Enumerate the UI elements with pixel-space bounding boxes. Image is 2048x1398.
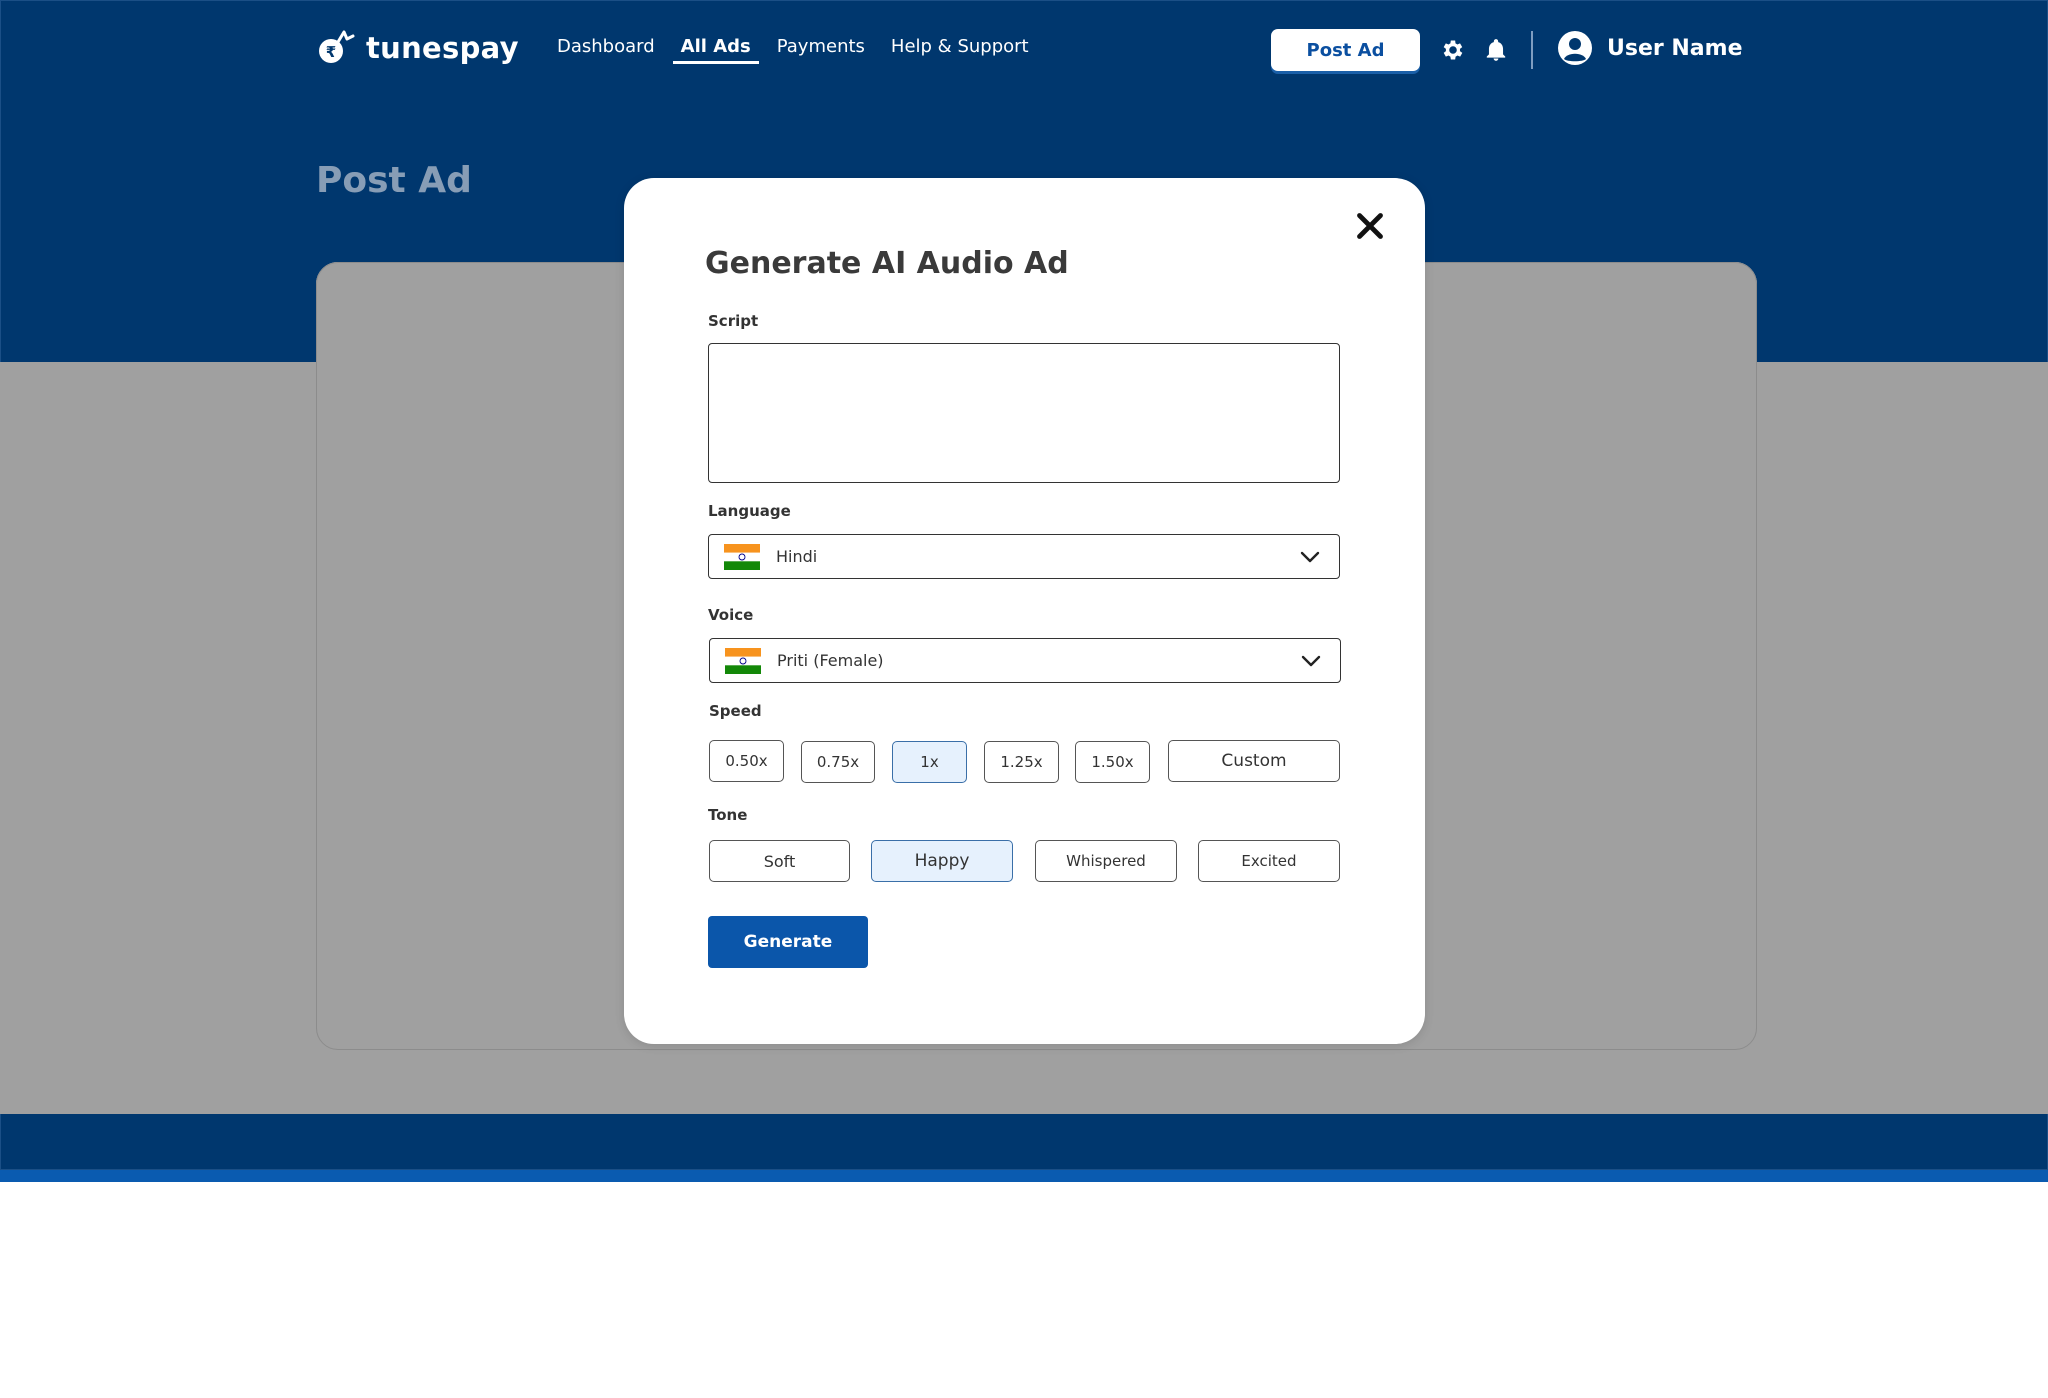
main-nav: Dashboard All Ads Payments Help & Suppor… bbox=[557, 36, 1055, 64]
voice-value: Priti (Female) bbox=[777, 651, 884, 670]
speed-option-1x[interactable]: 1x bbox=[892, 741, 967, 783]
top-header: ₹ tunespay Dashboard All Ads Payments He… bbox=[0, 0, 2048, 100]
user-menu[interactable]: User Name bbox=[1557, 30, 1743, 66]
language-value: Hindi bbox=[776, 547, 818, 566]
voice-label: Voice bbox=[708, 606, 754, 624]
tunespay-logo-icon: ₹ bbox=[319, 30, 355, 63]
post-ad-button[interactable]: Post Ad bbox=[1271, 29, 1420, 71]
generate-button[interactable]: Generate bbox=[708, 916, 868, 968]
script-input[interactable] bbox=[708, 343, 1340, 483]
generate-ai-audio-modal: Generate AI Audio Ad Script Language Hin… bbox=[624, 178, 1425, 1044]
user-name: User Name bbox=[1607, 35, 1743, 61]
tone-option-whispered[interactable]: Whispered bbox=[1035, 840, 1177, 882]
modal-title: Generate AI Audio Ad bbox=[705, 246, 1069, 281]
india-flag-icon bbox=[725, 647, 761, 674]
nav-item-help-support[interactable]: Help & Support bbox=[891, 36, 1029, 64]
nav-item-dashboard[interactable]: Dashboard bbox=[557, 36, 655, 64]
nav-item-all-ads[interactable]: All Ads bbox=[672, 36, 759, 64]
india-flag-icon bbox=[724, 543, 760, 570]
brand-logo[interactable]: ₹ tunespay bbox=[316, 28, 519, 68]
tone-option-soft[interactable]: Soft bbox=[709, 840, 850, 882]
header-divider bbox=[1531, 31, 1533, 69]
nav-item-payments[interactable]: Payments bbox=[777, 36, 865, 64]
close-icon[interactable] bbox=[1352, 208, 1388, 244]
page-title: Post Ad bbox=[316, 160, 472, 201]
language-select[interactable]: Hindi bbox=[708, 534, 1340, 579]
chevron-down-icon bbox=[1301, 655, 1321, 667]
avatar-icon bbox=[1558, 31, 1592, 65]
brand-name: tunespay bbox=[366, 31, 519, 65]
speed-option-1-50x[interactable]: 1.50x bbox=[1075, 741, 1150, 783]
voice-select[interactable]: Priti (Female) bbox=[709, 638, 1341, 683]
svg-text:₹: ₹ bbox=[326, 43, 336, 61]
speed-label: Speed bbox=[709, 702, 762, 720]
bell-icon[interactable] bbox=[1483, 37, 1509, 63]
gear-icon[interactable] bbox=[1440, 37, 1466, 63]
speed-option-0-75x[interactable]: 0.75x bbox=[801, 741, 875, 783]
tone-label: Tone bbox=[708, 806, 748, 824]
speed-option-1-25x[interactable]: 1.25x bbox=[984, 741, 1059, 783]
script-label: Script bbox=[708, 312, 759, 330]
footer-strip bbox=[0, 1170, 2048, 1182]
chevron-down-icon bbox=[1300, 551, 1320, 563]
tone-option-excited[interactable]: Excited bbox=[1198, 840, 1340, 882]
speed-option-0-50x[interactable]: 0.50x bbox=[709, 740, 784, 782]
language-label: Language bbox=[708, 502, 791, 520]
tone-option-happy[interactable]: Happy bbox=[871, 840, 1013, 882]
speed-option-custom[interactable]: Custom bbox=[1168, 740, 1340, 782]
